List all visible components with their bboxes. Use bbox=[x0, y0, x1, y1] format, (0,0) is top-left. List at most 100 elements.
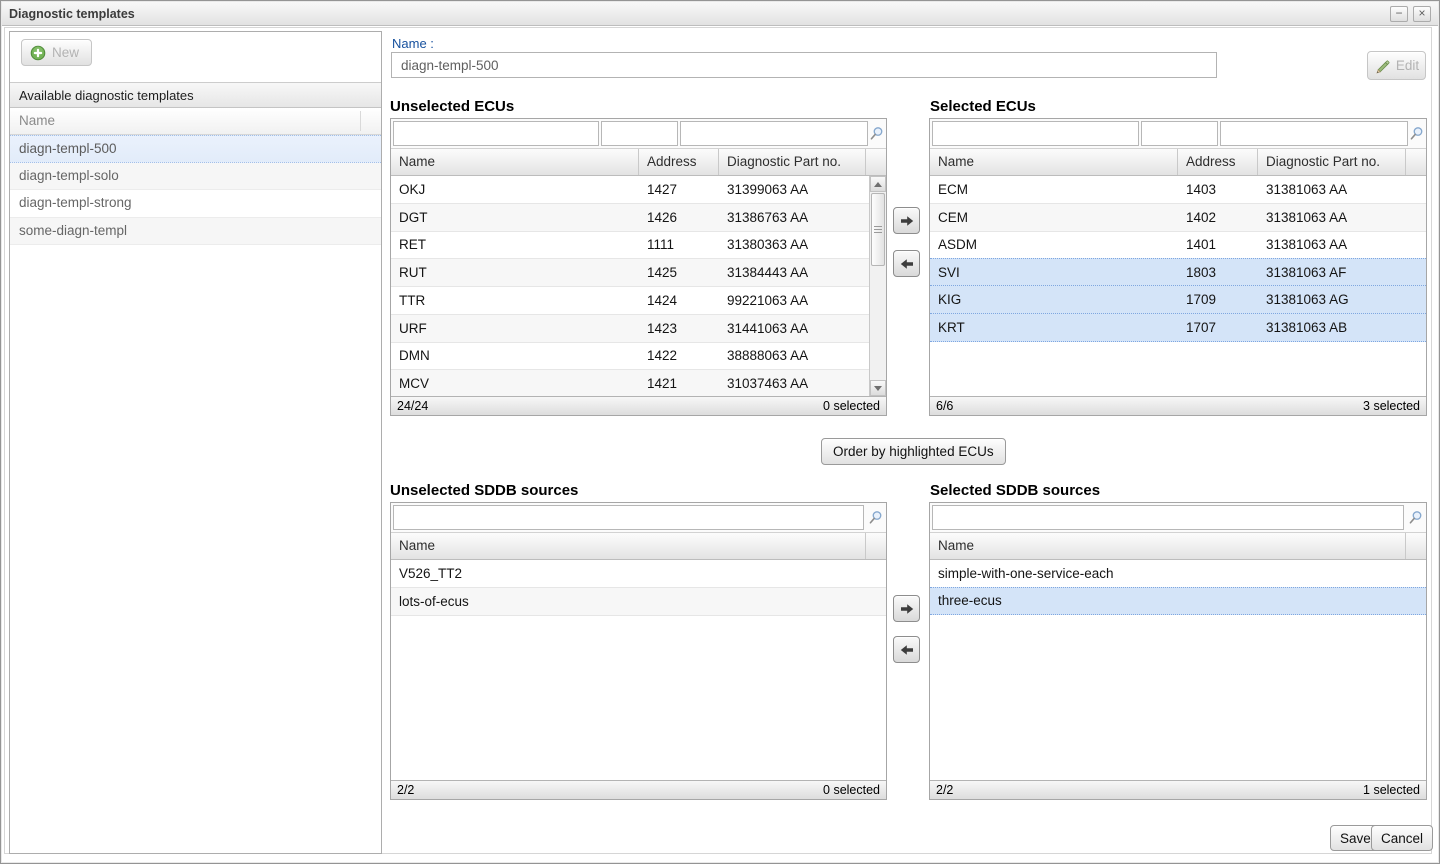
new-template-button[interactable]: New bbox=[21, 39, 92, 66]
column-header-spacer bbox=[1406, 149, 1426, 175]
arrow-left-icon bbox=[899, 256, 915, 272]
column-header-address[interactable]: Address bbox=[1178, 149, 1258, 175]
filter-name-input[interactable] bbox=[393, 121, 599, 146]
template-list-item[interactable]: diagn-templ-500 bbox=[10, 135, 381, 163]
templates-name-column-header[interactable]: Name bbox=[10, 108, 381, 135]
close-button[interactable]: × bbox=[1413, 6, 1431, 22]
ecu-row[interactable]: KRT170731381063 AB bbox=[930, 314, 1426, 342]
magnifier-icon bbox=[869, 126, 884, 141]
filter-name-input[interactable] bbox=[932, 121, 1139, 146]
scrollbar-thumb[interactable] bbox=[871, 193, 885, 266]
template-name-input[interactable] bbox=[391, 52, 1217, 78]
new-button-label: New bbox=[52, 45, 79, 60]
ecu-row[interactable]: KIG170931381063 AG bbox=[930, 286, 1426, 314]
ecu-row[interactable]: OKJ142731399063 AA bbox=[391, 176, 869, 204]
unselected-ecus-footer: 24/24 0 selected bbox=[391, 396, 886, 415]
row-count: 6/6 bbox=[936, 399, 953, 413]
row-count: 2/2 bbox=[936, 783, 953, 797]
filter-address-input[interactable] bbox=[1141, 121, 1218, 146]
column-header-part[interactable]: Diagnostic Part no. bbox=[1258, 149, 1406, 175]
order-by-highlighted-button[interactable]: Order by highlighted ECUs bbox=[821, 438, 1006, 465]
ecu-row[interactable]: ASDM140131381063 AA bbox=[930, 232, 1426, 260]
selected-ecus-filter-row bbox=[930, 119, 1426, 148]
ecu-row[interactable]: MCV142131037463 AA bbox=[391, 370, 869, 396]
selected-sddb-body: simple-with-one-service-eachthree-ecus bbox=[930, 560, 1426, 780]
ecu-row[interactable]: TTR142499221063 AA bbox=[391, 287, 869, 315]
pencil-icon bbox=[1374, 58, 1390, 74]
sddb-row[interactable]: simple-with-one-service-each bbox=[930, 560, 1426, 588]
ecu-row[interactable]: URF142331441063 AA bbox=[391, 315, 869, 343]
move-ecu-left-button[interactable] bbox=[893, 250, 920, 277]
unselected-sddb-header-row: Name bbox=[391, 532, 886, 560]
template-list-item[interactable]: some-diagn-templ bbox=[10, 218, 381, 246]
ecu-row[interactable]: ECM140331381063 AA bbox=[930, 176, 1426, 204]
unselected-ecus-rows: OKJ142731399063 AADGT142631386763 AARET1… bbox=[391, 176, 869, 396]
unselected-ecus-header-row: Name Address Diagnostic Part no. bbox=[391, 148, 886, 176]
template-list-rows: diagn-templ-500diagn-templ-solodiagn-tem… bbox=[10, 135, 381, 245]
scrollbar-grip-icon bbox=[874, 226, 882, 234]
filter-name-input[interactable] bbox=[393, 505, 864, 530]
scroll-down-button[interactable] bbox=[870, 380, 886, 396]
selected-ecus-table: Name Address Diagnostic Part no. ECM1403… bbox=[929, 118, 1427, 416]
minimize-button[interactable]: − bbox=[1390, 6, 1408, 22]
unselected-ecus-filter-row bbox=[391, 119, 886, 148]
column-header-spacer bbox=[866, 149, 886, 175]
filter-search-button[interactable] bbox=[864, 510, 886, 525]
template-list-item[interactable]: diagn-templ-strong bbox=[10, 190, 381, 218]
unselected-sddb-body: V526_TT2lots-of-ecus bbox=[391, 560, 886, 780]
selected-ecus-body: ECM140331381063 AACEM140231381063 AAASDM… bbox=[930, 176, 1426, 396]
ecu-row[interactable]: RUT142531384443 AA bbox=[391, 259, 869, 287]
edit-button[interactable]: Edit bbox=[1367, 51, 1426, 80]
ecu-row[interactable]: DMN142238888063 AA bbox=[391, 343, 869, 371]
arrow-right-icon bbox=[899, 601, 915, 617]
filter-search-button[interactable] bbox=[868, 126, 886, 141]
selected-sddb-rows: simple-with-one-service-eachthree-ecus bbox=[930, 560, 1426, 615]
plus-circle-icon bbox=[30, 45, 46, 61]
unselected-ecus-table: Name Address Diagnostic Part no. OKJ1427… bbox=[390, 118, 887, 416]
column-header-name[interactable]: Name bbox=[930, 533, 1406, 559]
ecu-row[interactable]: SVI180331381063 AF bbox=[930, 258, 1426, 286]
arrow-right-icon bbox=[899, 213, 915, 229]
row-count: 24/24 bbox=[397, 399, 428, 413]
selected-ecus-title: Selected ECUs bbox=[930, 98, 1036, 115]
column-header-name[interactable]: Name bbox=[391, 533, 866, 559]
filter-search-button[interactable] bbox=[1408, 126, 1426, 141]
column-header-spacer bbox=[866, 533, 886, 559]
cancel-button[interactable]: Cancel bbox=[1371, 825, 1433, 851]
vertical-scrollbar[interactable] bbox=[869, 176, 886, 396]
selected-ecus-rows: ECM140331381063 AACEM140231381063 AAASDM… bbox=[930, 176, 1426, 342]
move-sddb-right-button[interactable] bbox=[893, 595, 920, 622]
column-divider bbox=[360, 111, 361, 131]
arrow-left-icon bbox=[899, 642, 915, 658]
edit-button-label: Edit bbox=[1396, 58, 1419, 73]
column-header-spacer bbox=[1406, 533, 1426, 559]
magnifier-icon bbox=[1408, 510, 1423, 525]
column-header-name[interactable]: Name bbox=[391, 149, 639, 175]
ecu-row[interactable]: CEM140231381063 AA bbox=[930, 204, 1426, 232]
column-header-address[interactable]: Address bbox=[639, 149, 719, 175]
ecu-row[interactable]: RET111131380363 AA bbox=[391, 232, 869, 260]
filter-part-input[interactable] bbox=[680, 121, 868, 146]
ecu-row[interactable]: DGT142631386763 AA bbox=[391, 204, 869, 232]
move-ecu-right-button[interactable] bbox=[893, 207, 920, 234]
selected-ecus-header-row: Name Address Diagnostic Part no. bbox=[930, 148, 1426, 176]
selected-sddb-title: Selected SDDB sources bbox=[930, 482, 1100, 499]
name-label: Name : bbox=[392, 36, 434, 51]
filter-search-button[interactable] bbox=[1404, 510, 1426, 525]
scroll-up-button[interactable] bbox=[870, 176, 886, 192]
selected-ecus-footer: 6/6 3 selected bbox=[930, 396, 1426, 415]
move-sddb-left-button[interactable] bbox=[893, 636, 920, 663]
sddb-row[interactable]: V526_TT2 bbox=[391, 560, 886, 588]
available-templates-header: Available diagnostic templates bbox=[10, 82, 381, 108]
column-header-part[interactable]: Diagnostic Part no. bbox=[719, 149, 866, 175]
filter-name-input[interactable] bbox=[932, 505, 1404, 530]
sddb-row[interactable]: lots-of-ecus bbox=[391, 588, 886, 616]
sddb-row[interactable]: three-ecus bbox=[930, 587, 1426, 615]
row-count: 2/2 bbox=[397, 783, 414, 797]
filter-address-input[interactable] bbox=[601, 121, 678, 146]
column-header-name[interactable]: Name bbox=[930, 149, 1178, 175]
selected-sddb-filter-row bbox=[930, 503, 1426, 532]
filter-part-input[interactable] bbox=[1220, 121, 1408, 146]
template-list-item[interactable]: diagn-templ-solo bbox=[10, 163, 381, 191]
window-title: Diagnostic templates bbox=[9, 7, 135, 21]
